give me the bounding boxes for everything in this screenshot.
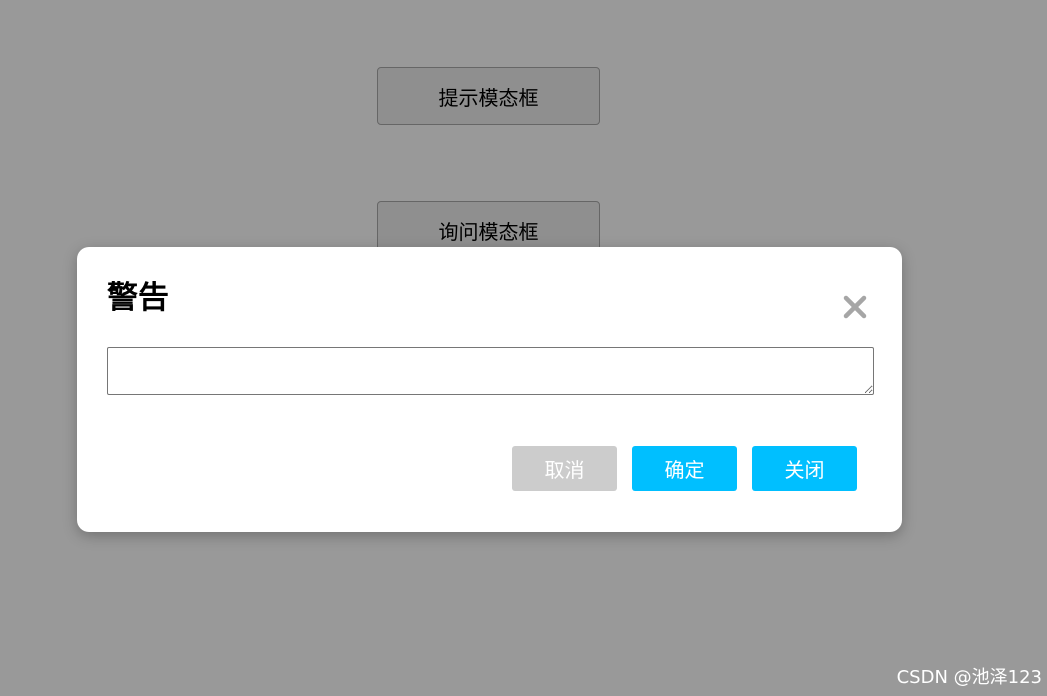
close-icon[interactable] — [839, 291, 871, 323]
message-textarea[interactable] — [107, 347, 874, 395]
warning-dialog: 警告 取消 确定 关闭 — [77, 247, 902, 532]
cancel-button[interactable]: 取消 — [512, 446, 617, 491]
dialog-title: 警告 — [107, 280, 169, 316]
close-button[interactable]: 关闭 — [752, 446, 857, 491]
confirm-button[interactable]: 确定 — [632, 446, 737, 491]
watermark-text: CSDN @池泽123 — [896, 667, 1042, 688]
close-x-icon — [843, 295, 867, 319]
